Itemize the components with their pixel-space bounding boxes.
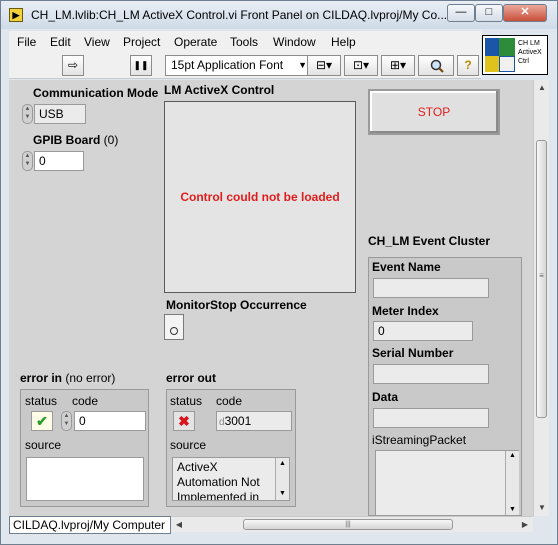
error-out-code-label: code — [216, 394, 243, 408]
event-name-field — [373, 278, 489, 298]
event-name-label: Event Name — [372, 260, 441, 274]
streaming-packet-scrollbar[interactable]: ▲ ▼ — [505, 451, 519, 515]
activex-label: LM ActiveX Control — [164, 83, 275, 97]
stop-button[interactable]: STOP — [368, 89, 500, 135]
gpib-board-label: GPIB Board (0) — [33, 133, 119, 147]
event-cluster-label: CH_LM Event Cluster — [368, 234, 491, 248]
scroll-left-arrow[interactable]: ◀ — [171, 517, 187, 533]
menu-file[interactable]: File — [17, 35, 36, 49]
pause-button[interactable]: ❚❚ — [130, 55, 152, 76]
error-in-source-input[interactable] — [26, 457, 144, 501]
vi-icon: CH LM ActiveX Ctrl — [482, 35, 548, 75]
error-in-code-label: code — [72, 394, 99, 408]
horizontal-scroll-thumb[interactable]: ||| — [243, 519, 453, 530]
panel-horizontal-scrollbar[interactable]: ◀ ||| ▶ — [171, 516, 533, 532]
search-button[interactable] — [418, 55, 454, 76]
run-button[interactable]: ⇨ — [62, 55, 84, 76]
error-out-source-label: source — [170, 438, 207, 452]
streaming-packet-array — [375, 450, 519, 516]
error-out-label: error out — [166, 371, 217, 385]
scroll-up-arrow[interactable]: ▲ — [534, 80, 550, 96]
error-in-code-input[interactable]: 0 — [74, 411, 146, 431]
front-panel-window: ▶ CH_LM.lvlib:CH_LM ActiveX Control.vi F… — [0, 0, 558, 545]
font-select-value: 15pt Application Font — [171, 58, 284, 72]
menu-project[interactable]: Project — [123, 35, 160, 49]
occurrence-label: MonitorStop Occurrence — [166, 298, 307, 312]
panel-vertical-scrollbar[interactable]: ▲ ≡ ▼ — [533, 80, 549, 516]
gpib-board-input[interactable]: 0 — [34, 151, 84, 171]
occurrence-refnum — [164, 314, 184, 340]
labview-app-icon: ▶ — [9, 8, 23, 22]
vertical-scroll-thumb[interactable]: ≡ — [536, 140, 547, 418]
event-cluster: Event Name Meter Index 0 Serial Number D… — [368, 257, 522, 516]
error-in-status-label: status — [25, 394, 58, 408]
comm-mode-spinner[interactable]: ▲ ▼ — [22, 104, 33, 124]
menu-bar: File Edit View Project Operate Tools Win… — [9, 31, 481, 53]
comm-mode-ring[interactable]: USB — [34, 104, 86, 124]
check-icon[interactable]: ✔ — [31, 411, 53, 431]
minimize-button[interactable]: — — [447, 4, 475, 22]
menu-help[interactable]: Help — [331, 35, 356, 49]
vi-icon-text: CH LM ActiveX Ctrl — [518, 40, 542, 65]
data-label: Data — [372, 390, 399, 404]
menu-view[interactable]: View — [84, 35, 110, 49]
title-bar[interactable]: ▶ CH_LM.lvlib:CH_LM ActiveX Control.vi F… — [1, 1, 557, 29]
align-objects-button[interactable]: ⊟▾ — [307, 55, 341, 76]
search-icon — [430, 59, 444, 73]
error-in-source-label: source — [25, 438, 62, 452]
distribute-objects-button[interactable]: ⊡▾ — [344, 55, 378, 76]
comm-mode-label: Communication Mode — [33, 86, 159, 100]
close-button[interactable]: ✕ — [503, 4, 547, 22]
serial-number-field — [373, 364, 489, 384]
resize-objects-button[interactable]: ⊞▾ — [381, 55, 415, 76]
context-help-button[interactable]: ? — [457, 55, 479, 76]
scroll-down-arrow[interactable]: ▼ — [534, 500, 550, 516]
error-in-code-spinner[interactable]: ▲ ▼ — [61, 411, 72, 431]
menu-tools[interactable]: Tools — [230, 35, 258, 49]
meter-index-label: Meter Index — [372, 304, 439, 318]
serial-number-label: Serial Number — [372, 346, 454, 360]
error-in-label: error in (no error) — [20, 371, 116, 385]
project-context-status: CILDAQ.lvproj/My Computer — [9, 516, 171, 534]
error-out-source-field: ActiveX Automation Not Implemented in — [172, 457, 290, 501]
chevron-down-icon: ▼ — [298, 60, 307, 70]
occurrence-icon — [170, 327, 178, 335]
error-in-cluster: status ✔ code ▲ ▼ 0 source — [20, 389, 149, 507]
error-out-cluster: status ✖ code d3001 source ActiveX Autom… — [166, 389, 296, 507]
window-bottom-border — [1, 534, 557, 544]
window-title: CH_LM.lvlib:CH_LM ActiveX Control.vi Fro… — [31, 8, 446, 22]
maximize-button[interactable]: □ — [475, 4, 503, 22]
menu-window[interactable]: Window — [273, 35, 316, 49]
activex-error-text: Control could not be loaded — [180, 190, 340, 204]
error-x-icon: ✖ — [173, 411, 195, 431]
menu-operate[interactable]: Operate — [174, 35, 217, 49]
menu-edit[interactable]: Edit — [50, 35, 71, 49]
error-out-status-label: status — [170, 394, 203, 408]
data-field — [373, 408, 489, 428]
gpib-board-spinner[interactable]: ▲ ▼ — [22, 151, 33, 171]
scroll-right-arrow[interactable]: ▶ — [517, 517, 533, 533]
font-select[interactable]: 15pt Application Font ▼ — [165, 55, 311, 76]
meter-index-field: 0 — [373, 321, 473, 341]
streaming-packet-label: iStreamingPacket — [372, 433, 467, 447]
error-out-code-field: d3001 — [216, 411, 292, 431]
activex-container[interactable]: Control could not be loaded — [164, 101, 356, 293]
front-panel: Communication Mode ▲ ▼ USB GPIB Board (0)… — [9, 80, 533, 516]
toolbar: ⇨ ❚❚ 15pt Application Font ▼ ⊟▾ ⊡▾ ⊞▾ ? — [9, 53, 481, 79]
error-out-source-scrollbar[interactable]: ▲ ▼ — [275, 458, 289, 500]
